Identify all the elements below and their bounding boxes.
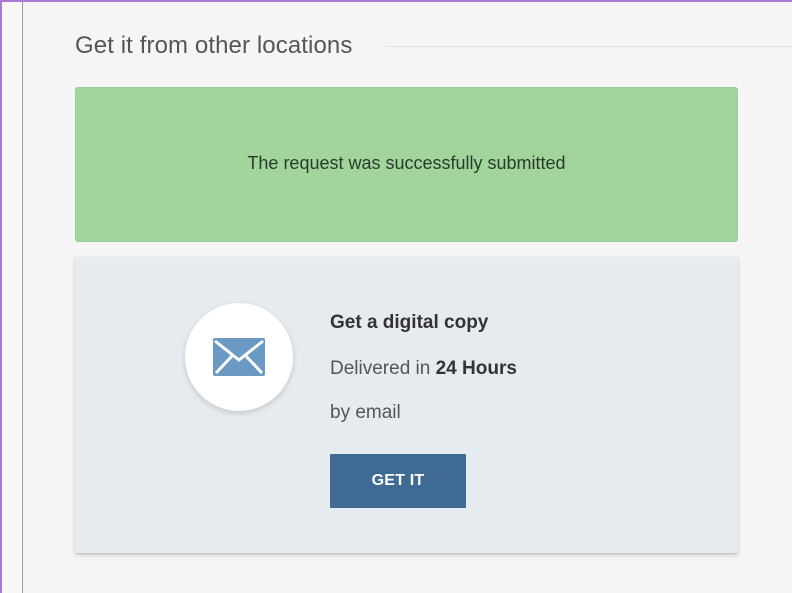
success-alert: The request was successfully submitted <box>75 87 738 242</box>
digital-copy-title: Get a digital copy <box>330 312 489 333</box>
delivery-prefix: Delivered in <box>330 358 431 379</box>
envelope-icon <box>213 338 265 376</box>
delivery-method: by email <box>330 402 401 423</box>
digital-copy-details: Get a digital copy Delivered in 24 Hours… <box>330 311 517 425</box>
delivery-time: 24 Hours <box>435 358 517 379</box>
section-title: Get it from other locations <box>75 32 353 59</box>
digital-copy-card: Get a digital copy Delivered in 24 Hours… <box>75 257 738 553</box>
success-alert-message: The request was successfully submitted <box>247 153 566 173</box>
section-header: Get it from other locations <box>75 28 792 64</box>
delivery-time-text: Delivered in 24 Hours <box>330 357 517 381</box>
envelope-icon-circle <box>185 303 293 411</box>
get-it-button[interactable]: GET IT <box>330 454 466 508</box>
section-divider <box>386 45 792 47</box>
